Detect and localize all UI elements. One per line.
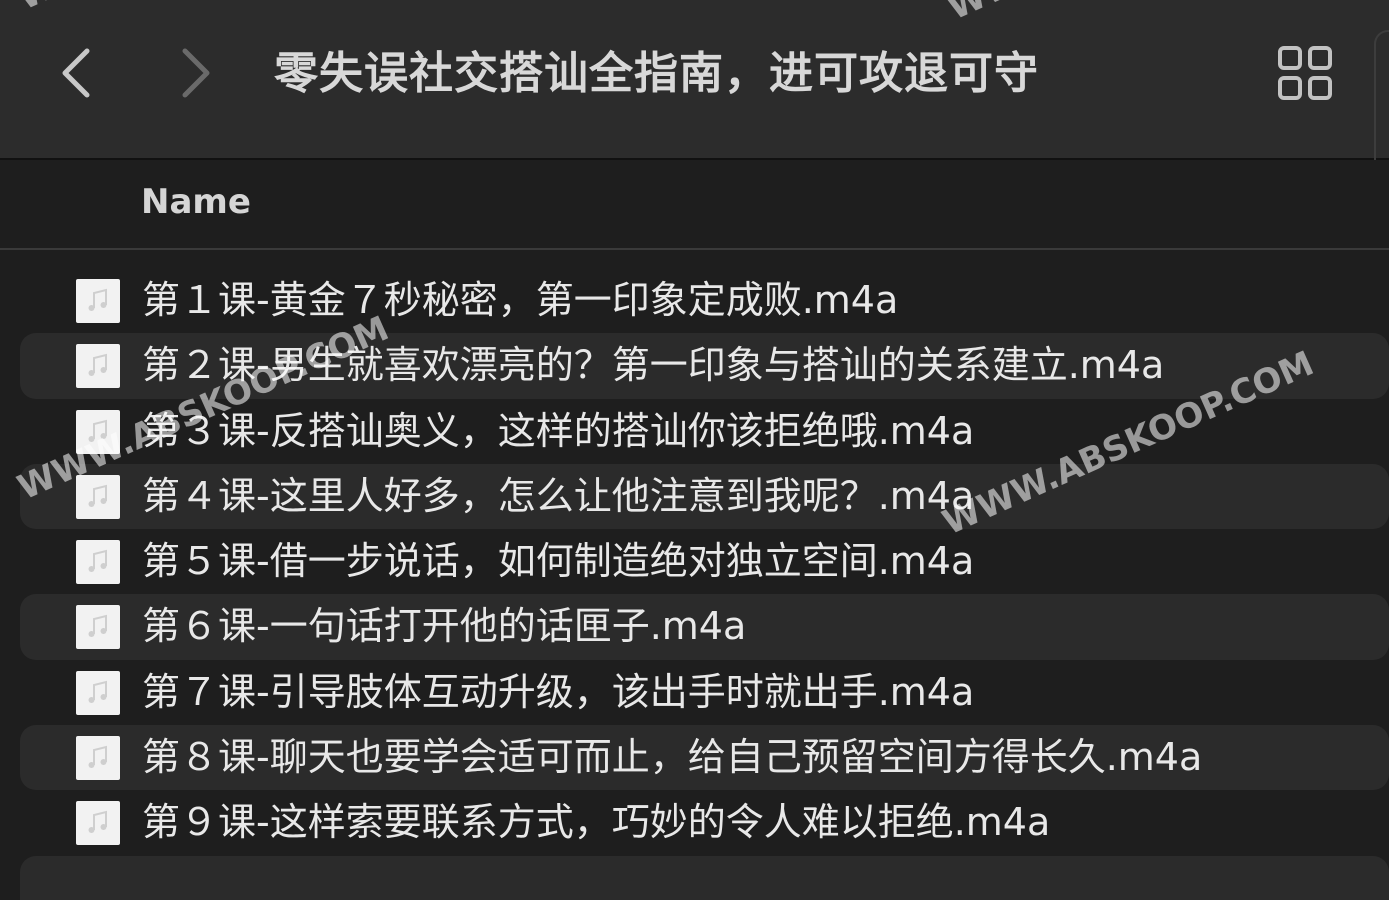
file-row[interactable]: 第４课-这里人好多，怎么让他注意到我呢？.m4a xyxy=(20,463,1389,530)
name-column-header[interactable]: Name xyxy=(141,182,251,222)
view-toggle-button[interactable] xyxy=(1276,44,1334,102)
chevron-left-icon xyxy=(62,48,90,98)
file-name: 第８课-聊天也要学会适可而止，给自己预留空间方得长久.m4a xyxy=(142,735,1203,780)
audio-file-icon xyxy=(76,670,120,715)
file-row[interactable]: 第３课-反搭讪奥义，这样的搭讪你该拒绝哦.m4a xyxy=(20,399,1389,464)
audio-file-icon xyxy=(76,540,120,585)
finder-window: 零失误社交搭讪全指南，进可攻退可守 Name 第１课-黄金７秒秘密，第一印象定成… xyxy=(0,0,1389,900)
file-name: 第７课-引导肢体互动升级，该出手时就出手.m4a xyxy=(142,669,975,714)
toolbar-edge xyxy=(1374,30,1389,160)
file-name: 第２课-男生就喜欢漂亮的？第一印象与搭讪的关系建立.m4a xyxy=(142,343,1165,388)
audio-file-icon xyxy=(76,344,120,389)
window-title: 零失误社交搭讪全指南，进可攻退可守 xyxy=(274,48,1039,99)
toolbar: 零失误社交搭讪全指南，进可攻退可守 xyxy=(0,0,1389,160)
file-list: 第１课-黄金７秒秘密，第一印象定成败.m4a 第２课-男生就喜欢漂亮的？第一印象… xyxy=(0,268,1389,900)
file-row[interactable]: 第１课-黄金７秒秘密，第一印象定成败.m4a xyxy=(20,268,1389,333)
audio-file-icon xyxy=(76,801,120,846)
back-button[interactable] xyxy=(46,40,106,106)
file-name: 第１课-黄金７秒秘密，第一印象定成败.m4a xyxy=(142,278,899,322)
grid-view-icon xyxy=(1278,46,1332,100)
audio-file-icon xyxy=(76,736,120,781)
audio-file-icon xyxy=(76,474,120,519)
chevron-right-icon xyxy=(182,48,210,98)
file-row[interactable]: 第８课-聊天也要学会适可而止，给自己预留空间方得长久.m4a xyxy=(20,725,1389,791)
file-name: 第３课-反搭讪奥义，这样的搭讪你该拒绝哦.m4a xyxy=(142,408,975,453)
audio-file-icon xyxy=(76,409,120,454)
file-row[interactable]: 第５课-借一步说话，如何制造绝对独立空间.m4a xyxy=(20,529,1389,594)
audio-file-icon xyxy=(76,279,120,323)
forward-button[interactable] xyxy=(166,40,226,106)
column-header: Name xyxy=(0,160,1389,250)
file-row[interactable]: 第９课-这样索要联系方式，巧妙的令人难以拒绝.m4a xyxy=(20,790,1389,855)
file-name: 第４课-这里人好多，怎么让他注意到我呢？.m4a xyxy=(142,473,975,518)
file-name: 第９课-这样索要联系方式，巧妙的令人难以拒绝.m4a xyxy=(142,800,1051,845)
audio-file-icon xyxy=(76,605,120,650)
file-name: 第６课-一句话打开他的话匣子.m4a xyxy=(142,604,747,649)
file-row[interactable]: 第６课-一句话打开他的话匣子.m4a xyxy=(20,594,1389,660)
file-row[interactable]: 第２课-男生就喜欢漂亮的？第一印象与搭讪的关系建立.m4a xyxy=(20,333,1389,399)
file-name: 第５课-借一步说话，如何制造绝对独立空间.m4a xyxy=(142,539,975,584)
empty-list-row xyxy=(20,855,1389,900)
file-row[interactable]: 第７课-引导肢体互动升级，该出手时就出手.m4a xyxy=(20,660,1389,725)
